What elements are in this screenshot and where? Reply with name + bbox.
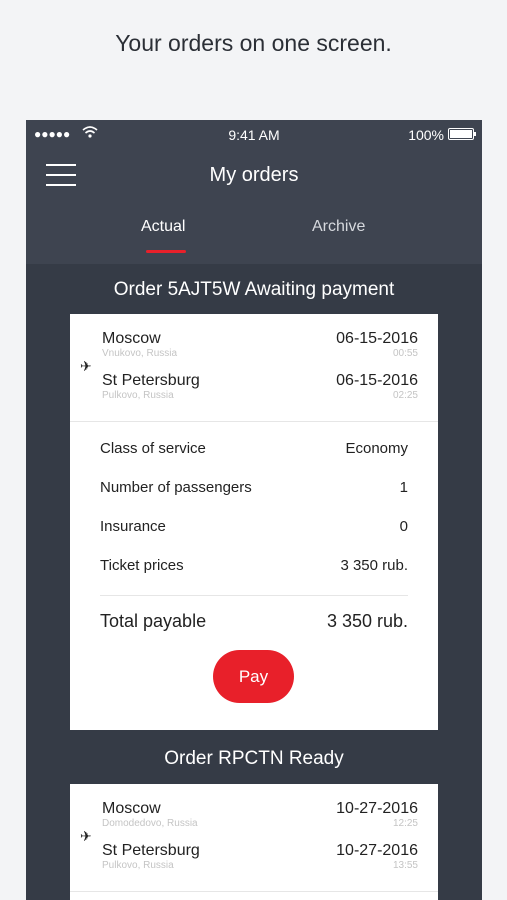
detail-row-insurance: Insurance 0 <box>100 507 408 546</box>
detail-row-ticket-prices: Ticket prices 3 350 rub. <box>100 546 408 585</box>
arrival-city: St Petersburg <box>102 372 200 389</box>
departure-date: 06-15-2016 <box>336 330 418 347</box>
departure-time: 12:25 <box>392 818 418 829</box>
order-card[interactable]: ✈ Moscow Domodedovo, Russia 10-27-2016 1… <box>70 780 438 900</box>
route-section: ✈ Moscow Domodedovo, Russia 10-27-2016 1… <box>70 784 438 892</box>
departure-airport: Domodedovo, Russia <box>102 818 198 829</box>
navigation-bar: My orders Actual Archive <box>26 150 482 264</box>
detail-label: Class of service <box>100 440 206 457</box>
order-heading: Order 5AJT5W Awaiting payment <box>113 279 395 300</box>
arrival-airport: Pulkovo, Russia <box>102 860 174 871</box>
departure-city: Moscow <box>102 330 161 347</box>
phone-screen: ●●●●● 9:41 AM 100% My orders Actual Arch… <box>26 120 482 900</box>
page-title: My orders <box>209 164 299 186</box>
detail-value: 3 350 rub. <box>340 557 408 574</box>
detail-row-passengers: Number of passengers 1 <box>100 468 408 507</box>
airplane-icon: ✈ <box>80 358 92 374</box>
detail-value: 0 <box>399 518 408 535</box>
arrival-time: 02:25 <box>392 390 418 401</box>
pay-button[interactable]: Pay <box>213 650 294 703</box>
departure-time: 00:55 <box>392 348 418 359</box>
departure-date: 10-27-2016 <box>336 800 418 817</box>
departure-city: Moscow <box>102 800 161 817</box>
detail-label: Insurance <box>100 518 166 535</box>
route-section: ✈ Moscow Vnukovo, Russia 06-15-2016 00:5… <box>70 314 438 422</box>
detail-label: Ticket prices <box>100 557 184 574</box>
total-value: 3 350 rub. <box>326 610 408 631</box>
detail-label: Number of passengers <box>100 479 252 496</box>
arrival-date: 10-27-2016 <box>336 842 418 859</box>
detail-value: Economy <box>345 440 408 457</box>
status-bar: ●●●●● 9:41 AM 100% <box>26 120 482 150</box>
departure-airport: Vnukovo, Russia <box>102 348 178 359</box>
tab-actual[interactable]: Actual <box>141 218 185 236</box>
order-heading: Order RPCTN Ready <box>164 748 344 769</box>
order-details: Class of service Economy Number of passe… <box>70 429 438 646</box>
arrival-city: St Petersburg <box>102 842 200 859</box>
tagline: Your orders on one screen. <box>115 30 392 56</box>
arrival-date: 06-15-2016 <box>336 372 418 389</box>
detail-row-class: Class of service Economy <box>100 429 408 468</box>
airplane-icon: ✈ <box>80 828 92 844</box>
detail-value: 1 <box>399 479 408 496</box>
tab-archive[interactable]: Archive <box>312 218 365 236</box>
arrival-airport: Pulkovo, Russia <box>102 390 174 401</box>
total-label: Total payable <box>100 610 207 631</box>
active-tab-indicator <box>146 250 186 253</box>
battery-icon <box>448 128 476 140</box>
battery-percentage: 100% <box>408 127 444 143</box>
order-card[interactable]: ✈ Moscow Vnukovo, Russia 06-15-2016 00:5… <box>70 310 438 730</box>
arrival-time: 13:55 <box>392 860 418 871</box>
total-row: Total payable 3 350 rub. <box>100 596 408 646</box>
